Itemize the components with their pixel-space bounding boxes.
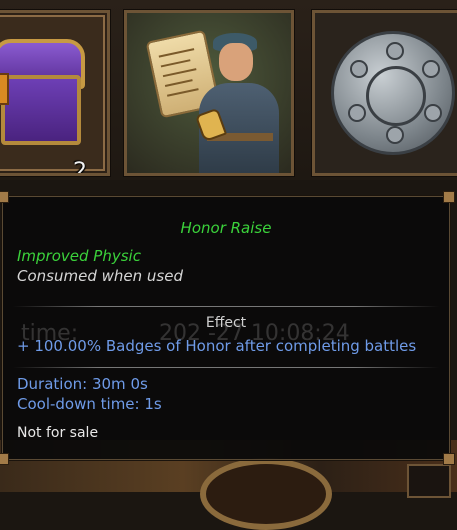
inventory-slot-honor-raise[interactable] [124,10,294,176]
chest-icon [1,75,81,145]
chest-lock-icon [0,73,9,105]
item-consumed-note: Consumed when used [17,267,183,285]
item-tooltip: time: 202 -27 10:08:24 Honor Raise Impro… [0,191,455,465]
silver-seal-icon [331,31,455,155]
sale-status: Not for sale [17,425,99,441]
divider [13,306,439,307]
item-title: Honor Raise [180,219,272,237]
effect-heading: Effect [205,315,247,331]
item-subtitle: Improved Physic [17,247,141,265]
inventory-row: 2 [0,0,457,180]
background-ornament [200,458,332,530]
herald-head [219,43,253,81]
item-count-badge: 2 [73,159,87,176]
background-panel [407,464,451,498]
inventory-slot-seal[interactable] [312,10,457,176]
inventory-slot-chest[interactable]: 2 [0,10,110,176]
divider [13,367,439,368]
cooldown-text: Cool-down time: 1s [17,395,162,413]
effect-text: + 100.00% Badges of Honor after completi… [17,337,417,355]
duration-text: Duration: 30m 0s [17,375,148,393]
